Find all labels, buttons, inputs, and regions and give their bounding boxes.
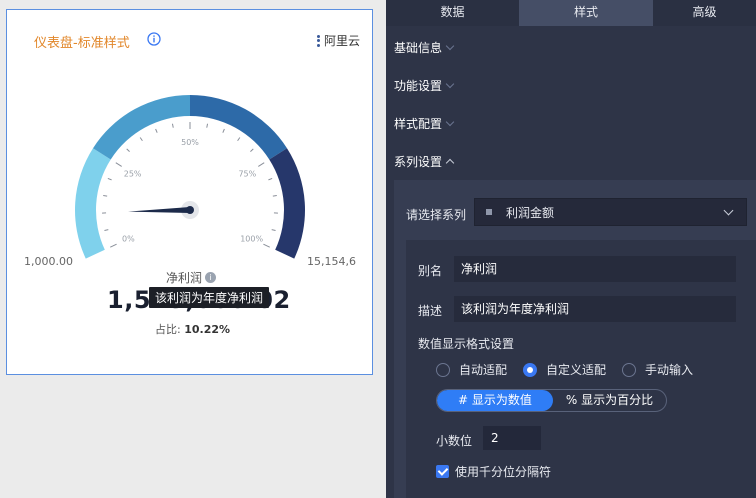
series-select[interactable]: 利润金额 <box>474 198 747 226</box>
metric-tooltip: 该利润为年度净利润 <box>149 287 270 308</box>
gauge-tick <box>237 137 241 142</box>
format-title: 数值显示格式设置 <box>418 337 515 351</box>
gauge-tick <box>268 177 273 181</box>
gauge-band-1 <box>75 148 111 259</box>
section-basic-info[interactable]: 基础信息 <box>394 39 455 56</box>
gauge-tick <box>103 194 108 197</box>
decimals-input[interactable]: 2 <box>483 426 541 450</box>
radio-custom[interactable]: 自定义适配 <box>523 361 606 378</box>
style-panel: 数据 样式 高级 基础信息 功能设置 样式配置 系列设置 请选择系列 利润金额 … <box>386 0 756 498</box>
gauge-tick-label: 50% <box>181 138 199 147</box>
gauge-tick <box>155 128 158 133</box>
display-as-percent-button[interactable]: % 显示为百分比 <box>553 390 666 411</box>
tab-style[interactable]: 样式 <box>519 0 653 26</box>
alias-input[interactable]: 净利润 <box>454 256 736 282</box>
gauge-tick <box>263 243 270 248</box>
gauge-tick-label: 25% <box>124 169 142 178</box>
section-series-label: 系列设置 <box>394 155 443 169</box>
ratio-label: 占比: <box>155 323 181 336</box>
section-series[interactable]: 系列设置 <box>394 153 455 170</box>
gauge-tick <box>250 148 254 153</box>
alias-label: 别名 <box>418 264 443 278</box>
chevron-down-icon <box>445 79 455 88</box>
decimals-label: 小数位 <box>436 434 473 448</box>
gauge-tick <box>271 229 276 232</box>
series-detail: 别名 净利润 描述 该利润为年度净利润 数值显示格式设置 自动适配 自定义适配 … <box>406 240 756 498</box>
chevron-up-icon <box>445 158 455 168</box>
gauge-tick <box>206 123 209 128</box>
radio-manual-label: 手动输入 <box>645 363 694 377</box>
section-features[interactable]: 功能设置 <box>394 77 455 94</box>
thousands-checkbox[interactable]: 使用千分位分隔符 <box>436 463 551 480</box>
chevron-down-icon <box>445 117 455 126</box>
gauge-tick-label: 75% <box>238 169 256 178</box>
radio-circle <box>436 362 450 377</box>
panel-tabs: 数据 样式 高级 <box>386 0 756 26</box>
display-mode-toggle: # 显示为数值 % 显示为百分比 <box>436 389 667 412</box>
radio-circle <box>622 362 637 377</box>
radio-circle-checked <box>523 362 538 377</box>
gauge-tick <box>222 128 225 133</box>
series-selected-value: 利润金额 <box>506 205 555 220</box>
gauge-tick <box>126 148 130 153</box>
gauge-metric-label: 净利润 <box>166 271 203 285</box>
gauge-pointer <box>128 207 191 213</box>
section-basic-info-label: 基础信息 <box>394 41 443 55</box>
gauge-tick-label: 0% <box>122 235 135 244</box>
tab-advanced[interactable]: 高级 <box>653 0 756 26</box>
metric-info-icon[interactable]: i <box>205 272 217 283</box>
display-as-number-button[interactable]: # 显示为数值 <box>437 390 553 411</box>
gauge-tick-label: 100% <box>240 235 263 244</box>
section-style-config[interactable]: 样式配置 <box>394 115 455 132</box>
gauge-tick <box>110 243 117 248</box>
gauge-tick <box>258 162 265 167</box>
desc-input[interactable]: 该利润为年度净利润 <box>454 296 736 322</box>
tab-data[interactable]: 数据 <box>386 0 519 26</box>
series-settings: 请选择系列 利润金额 别名 净利润 描述 该利润为年度净利润 数值显示格式设置 … <box>394 180 756 498</box>
thousands-label: 使用千分位分隔符 <box>455 465 552 479</box>
ratio-value: 10.22% <box>184 323 231 336</box>
gauge-band-4 <box>269 148 305 259</box>
gauge-tick <box>171 123 174 128</box>
series-select-label: 请选择系列 <box>406 208 467 222</box>
gauge-metric-name: 净利润 i <box>166 269 217 286</box>
radio-auto[interactable]: 自动适配 <box>436 361 507 378</box>
gauge-ratio: 占比: 10.22% <box>155 321 230 337</box>
gauge-tick <box>104 229 109 232</box>
gauge-band-3 <box>190 95 287 160</box>
format-radio-group: 自动适配 自定义适配 手动输入 <box>436 361 709 378</box>
checkbox-checked-icon <box>436 465 449 478</box>
preview-area: 仪表盘-标准样式 阿里云 0% 25% 50% 75% 100% 1,000.00 15,1… <box>0 0 386 498</box>
gauge-min-label: 1,000.00 <box>24 255 73 268</box>
section-style-config-label: 样式配置 <box>394 117 443 131</box>
radio-custom-label: 自定义适配 <box>546 363 607 377</box>
gauge-band-2 <box>93 95 190 160</box>
chevron-down-icon <box>723 205 734 216</box>
gauge-card: 仪表盘-标准样式 阿里云 0% 25% 50% 75% 100% 1,000.00 15,1… <box>6 9 373 375</box>
chevron-down-icon <box>445 41 455 50</box>
desc-label: 描述 <box>418 304 443 318</box>
gauge-pointer-hub <box>186 206 194 214</box>
radio-auto-label: 自动适配 <box>459 363 508 377</box>
gauge-tick <box>272 194 277 197</box>
gauge-tick <box>107 177 112 181</box>
gauge-tick <box>115 162 122 167</box>
gauge-max-label: 15,154,6 <box>307 255 356 268</box>
radio-manual[interactable]: 手动输入 <box>622 361 693 378</box>
section-features-label: 功能设置 <box>394 79 443 93</box>
gauge-tick <box>139 137 143 142</box>
series-color-swatch <box>486 209 492 215</box>
